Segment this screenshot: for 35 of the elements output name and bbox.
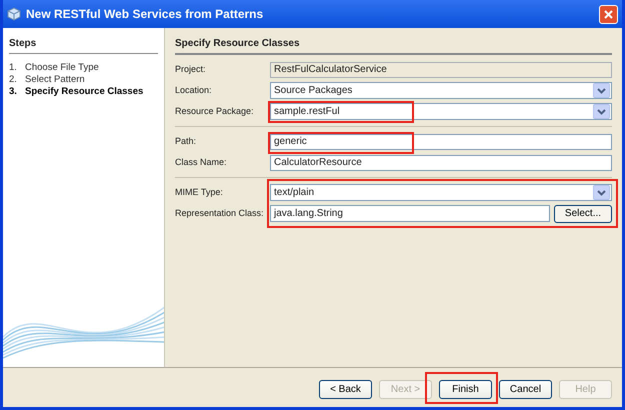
dropdown-button[interactable] [593,185,610,200]
chevron-down-icon [597,108,606,114]
field-label: Representation Class: [175,206,265,220]
field-label: Path: [175,134,198,148]
close-button[interactable] [599,4,618,24]
field-label: Class Name: [175,156,228,169]
dialog-button[interactable]: Cancel [499,380,552,398]
dropdown-button[interactable] [593,83,610,98]
dropdown-button[interactable] [593,104,610,119]
input-field[interactable]: RestFulCalculatorService [270,62,612,78]
dropdown-value: text/plain [274,186,314,200]
dialog-button[interactable]: Finish [439,380,492,398]
dialog-button[interactable]: < Back [319,380,372,398]
chevron-down-icon [597,88,606,94]
step-item: 3. Specify Resource Classes [9,86,144,98]
input-field[interactable]: CalculatorResource [270,154,612,170]
panel-title: Specify Resource Classes [175,36,612,55]
field-label: Location: [175,84,213,97]
dropdown-field[interactable]: sample.restFul [270,103,612,120]
close-icon [604,10,613,18]
dropdown-value: Source Packages [274,84,352,98]
field-label: Resource Package: [175,104,255,118]
dropdown-field[interactable]: Source Packages [270,82,612,99]
cube-icon [7,7,21,21]
step-item: 1. Choose File Type [9,62,100,74]
dropdown-value: sample.restFul [274,105,340,119]
chevron-down-icon [597,190,606,196]
field-label: Project: [175,62,207,76]
field-label: MIME Type: [175,186,224,199]
window-title: New RESTful Web Services from Patterns [26,6,264,23]
steps-title: Steps [9,36,158,54]
select-button[interactable]: Select... [554,204,612,222]
input-field[interactable]: java.lang.String [270,204,550,222]
dropdown-field[interactable]: text/plain [270,184,612,201]
step-item: 2. Select Pattern [9,74,86,86]
